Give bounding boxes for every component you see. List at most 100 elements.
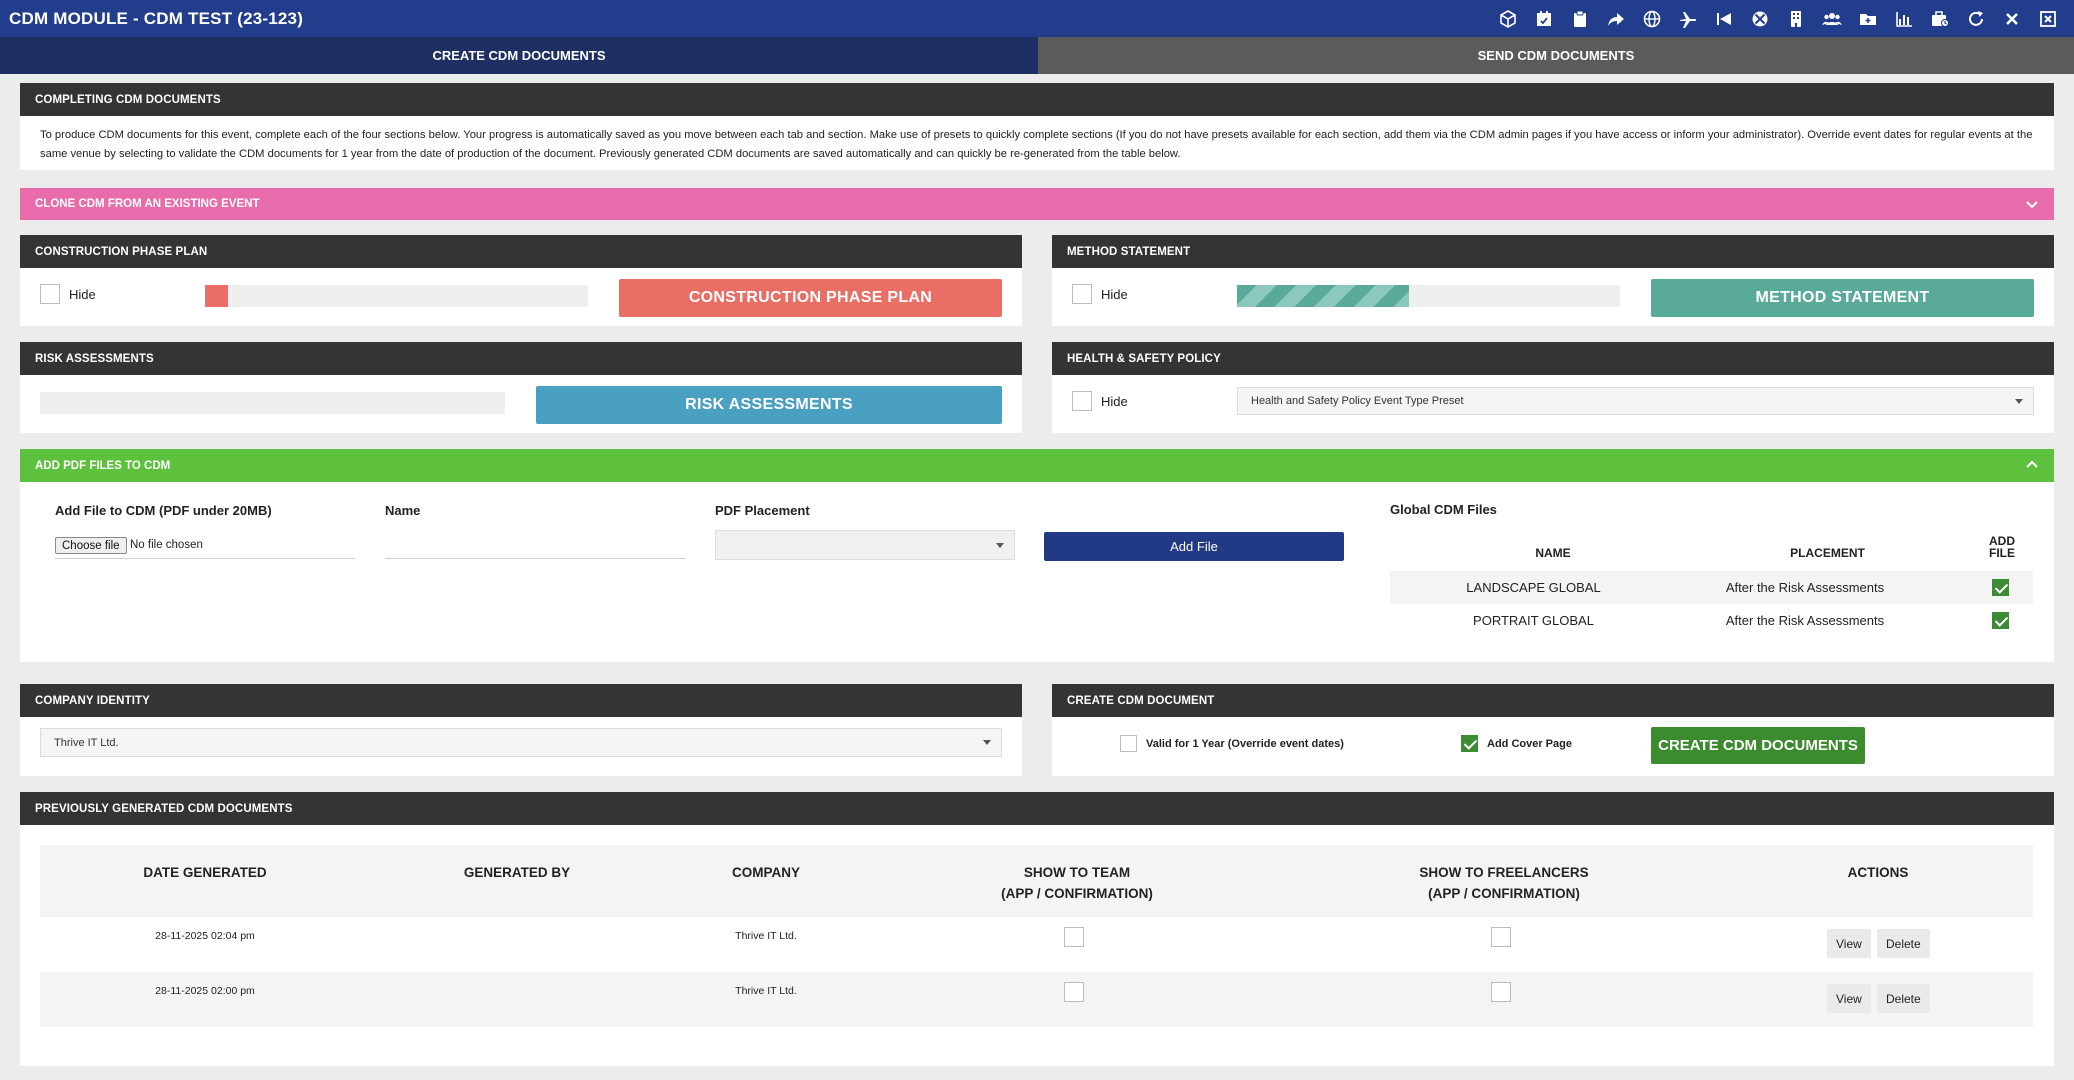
close-icon[interactable] xyxy=(1994,0,2030,37)
col-generated-by: GENERATED BY xyxy=(463,865,571,880)
risk-assessments-button[interactable]: RISK ASSESSMENTS xyxy=(536,386,1002,424)
share-icon[interactable] xyxy=(1598,0,1634,37)
method-panel: METHOD STATEMENT Hide METHOD STATEMENT xyxy=(1052,235,2054,326)
create-heading: CREATE CDM DOCUMENT xyxy=(1052,684,2054,717)
xbox-icon[interactable] xyxy=(1742,0,1778,37)
intro-text: To produce CDM documents for this event,… xyxy=(40,129,2033,160)
construction-hide-checkbox[interactable] xyxy=(40,284,60,304)
col-company: COMPANY xyxy=(731,865,800,880)
intro-heading: COMPLETING CDM DOCUMENTS xyxy=(20,83,2054,116)
top-toolbar xyxy=(1490,0,2066,37)
box-icon[interactable] xyxy=(1490,0,1526,37)
add-file-button[interactable]: Add File xyxy=(1044,532,1344,561)
global-file-name: LANDSCAPE GLOBAL xyxy=(1466,580,1601,595)
file-status: No file chosen xyxy=(130,539,203,551)
view-button[interactable]: View xyxy=(1827,929,1871,958)
create-cdm-documents-button[interactable]: CREATE CDM DOCUMENTS xyxy=(1651,727,1865,764)
folder-icon[interactable] xyxy=(1850,0,1886,37)
delete-button[interactable]: Delete xyxy=(1877,984,1930,1013)
construction-phase-plan-button[interactable]: CONSTRUCTION PHASE PLAN xyxy=(619,279,1002,317)
risk-progress-bar xyxy=(40,392,505,414)
col-show-to-freelancers-line1: SHOW TO FREELANCERS xyxy=(1419,865,1589,880)
tab-send-cdm-documents[interactable]: SEND CDM DOCUMENTS xyxy=(1038,37,2074,74)
row-show-freelancers-checkbox[interactable] xyxy=(1491,982,1511,1002)
global-file-placement: After the Risk Assessments xyxy=(1725,580,1885,595)
chart-icon[interactable] xyxy=(1886,0,1922,37)
plane-icon[interactable] xyxy=(1670,0,1706,37)
calendar-icon[interactable] xyxy=(1526,0,1562,37)
col-show-to-freelancers: SHOW TO FREELANCERS (APP / CONFIRMATION) xyxy=(1354,862,1654,904)
refresh-icon[interactable] xyxy=(1958,0,1994,37)
company-select[interactable]: Thrive IT Ltd. xyxy=(40,728,1002,757)
row-date: 28-11-2025 02:04 pm xyxy=(155,930,255,942)
name-label: Name xyxy=(385,503,421,518)
construction-panel: CONSTRUCTION PHASE PLAN Hide CONSTRUCTIO… xyxy=(20,235,1022,326)
global-col-add-line2: FILE xyxy=(1989,546,2015,560)
construction-hide-label: Hide xyxy=(69,286,96,302)
cover-page-label: Add Cover Page xyxy=(1487,737,1572,750)
intro-panel: COMPLETING CDM DOCUMENTS To produce CDM … xyxy=(20,83,2054,170)
col-actions: ACTIONS xyxy=(1847,865,1909,880)
file-label: Add File to CDM (PDF under 20MB) xyxy=(55,503,272,518)
caret-down-icon xyxy=(2015,399,2023,404)
row-show-team-checkbox[interactable] xyxy=(1064,982,1084,1002)
company-panel: COMPANY IDENTITY Thrive IT Ltd. xyxy=(20,684,1022,776)
previous-heading: PREVIOUSLY GENERATED CDM DOCUMENTS xyxy=(20,792,2054,825)
health-policy-select-value: Health and Safety Policy Event Type Pres… xyxy=(1251,395,1464,407)
construction-heading: CONSTRUCTION PHASE PLAN xyxy=(20,235,1022,268)
row-company: Thrive IT Ltd. xyxy=(735,985,797,997)
placement-select[interactable] xyxy=(715,530,1015,560)
global-col-placement: PLACEMENT xyxy=(1790,546,1865,560)
pdf-header[interactable]: ADD PDF FILES TO CDM xyxy=(20,449,2054,482)
method-hide-row: Hide xyxy=(1072,284,1128,304)
method-heading: METHOD STATEMENT xyxy=(1052,235,2054,268)
tab-strip: CREATE CDM DOCUMENTS SEND CDM DOCUMENTS xyxy=(0,37,2074,74)
health-hide-row: Hide xyxy=(1072,391,1128,411)
col-show-to-team-line2: (APP / CONFIRMATION) xyxy=(1001,886,1153,901)
global-file-name: PORTRAIT GLOBAL xyxy=(1473,613,1594,628)
global-file-row: PORTRAIT GLOBAL After the Risk Assessmen… xyxy=(1390,604,2033,637)
clipboard-icon[interactable] xyxy=(1562,0,1598,37)
global-file-row: LANDSCAPE GLOBAL After the Risk Assessme… xyxy=(1390,571,2033,604)
method-hide-checkbox[interactable] xyxy=(1072,284,1092,304)
method-hide-label: Hide xyxy=(1101,286,1128,302)
view-button[interactable]: View xyxy=(1827,984,1871,1013)
clone-cdm-header[interactable]: CLONE CDM FROM AN EXISTING EVENT xyxy=(20,188,2054,220)
row-show-team-checkbox[interactable] xyxy=(1064,927,1084,947)
name-input[interactable] xyxy=(385,529,685,559)
health-hide-checkbox[interactable] xyxy=(1072,391,1092,411)
health-policy-select[interactable]: Health and Safety Policy Event Type Pres… xyxy=(1237,387,2034,415)
globe-icon[interactable] xyxy=(1634,0,1670,37)
tab-create-cdm-documents[interactable]: CREATE CDM DOCUMENTS xyxy=(0,37,1038,74)
row-show-freelancers-checkbox[interactable] xyxy=(1491,927,1511,947)
building-icon[interactable] xyxy=(1778,0,1814,37)
col-show-to-team: SHOW TO TEAM (APP / CONFIRMATION) xyxy=(927,862,1227,904)
method-progress-bar xyxy=(1237,285,1620,307)
col-show-to-team-line1: SHOW TO TEAM xyxy=(1023,865,1131,880)
pdf-heading: ADD PDF FILES TO CDM xyxy=(35,459,171,472)
company-select-value: Thrive IT Ltd. xyxy=(54,736,119,749)
health-hide-label: Hide xyxy=(1101,393,1128,409)
row-company: Thrive IT Ltd. xyxy=(735,930,797,942)
global-file-add-checkbox[interactable] xyxy=(1992,579,2009,596)
col-date-generated: DATE GENERATED xyxy=(143,865,267,880)
chevron-up-icon xyxy=(2026,460,2038,468)
risk-panel: RISK ASSESSMENTS RISK ASSESSMENTS xyxy=(20,342,1022,433)
cover-page-checkbox[interactable] xyxy=(1461,735,1478,752)
method-statement-button[interactable]: METHOD STATEMENT xyxy=(1651,279,2034,317)
global-file-placement: After the Risk Assessments xyxy=(1725,613,1885,628)
global-file-add-checkbox[interactable] xyxy=(1992,612,2009,629)
construction-hide-row: Hide xyxy=(40,284,96,304)
company-heading: COMPANY IDENTITY xyxy=(20,684,1022,717)
team-icon[interactable] xyxy=(1814,0,1850,37)
chevron-down-icon xyxy=(2026,201,2038,209)
valid-year-checkbox[interactable] xyxy=(1120,735,1137,752)
create-panel: CREATE CDM DOCUMENT Valid for 1 Year (Ov… xyxy=(1052,684,2054,776)
close-window-icon[interactable] xyxy=(2030,0,2066,37)
skip-back-icon[interactable] xyxy=(1706,0,1742,37)
choose-file-button[interactable]: Choose file xyxy=(55,537,127,554)
toolbox-icon[interactable] xyxy=(1922,0,1958,37)
construction-progress-fill xyxy=(205,285,228,307)
cover-row: Add Cover Page xyxy=(1461,735,1572,752)
delete-button[interactable]: Delete xyxy=(1877,929,1930,958)
